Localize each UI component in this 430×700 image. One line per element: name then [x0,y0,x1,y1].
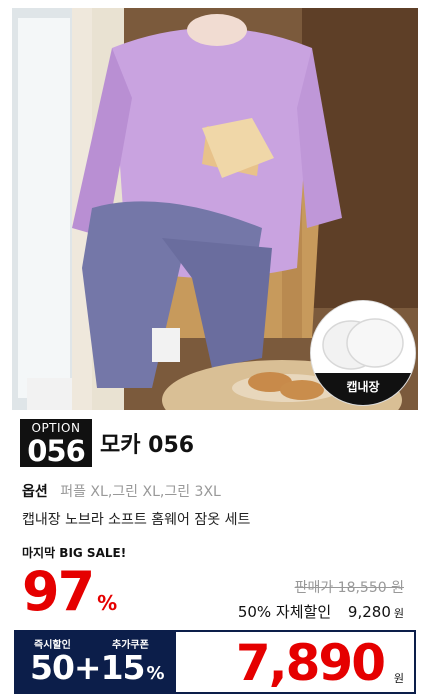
product-title[interactable]: 모카 056 [100,427,194,459]
final-price: 7,890 [235,634,386,692]
product-description: 캡내장 노브라 소프트 홈웨어 잠옷 세트 [22,512,251,528]
self-discount-label: 50% 자체할인 [237,603,332,621]
discount-percent: 97% [22,560,117,623]
product-photo[interactable]: 캡내장 [12,8,418,410]
option-label: 옵션 [22,484,48,500]
combo-discount-sign: % [146,663,165,684]
option-row: 옵션 퍼플 XL,그린 XL,그린 3XL [22,481,221,501]
final-price-bar[interactable]: 즉시할인 추가쿠폰 50+15% 7,890 원 [14,630,416,694]
product-card[interactable]: 캡내장 OPTION 056 모카 056 옵션 퍼플 XL,그린 XL,그린 … [0,0,430,700]
discount-percent-value: 97 [22,560,95,623]
combo-discount-box: 즉시할인 추가쿠폰 50+15% [16,632,176,692]
combo-discount-value: 50+15 [30,648,145,687]
self-discount-row: 50% 자체할인 9,280 원 [238,601,404,622]
option-number: 056 [27,434,86,468]
option-number-box: OPTION 056 [20,419,92,468]
self-discount-currency: 원 [393,607,404,620]
padding-cup-badge: 캡내장 [310,300,416,406]
combo-discount: 50+15% [30,648,165,687]
badge-label: 캡내장 [311,373,415,405]
sale-label: 마지막 BIG SALE! [22,546,127,560]
discount-percent-sign: % [97,591,118,615]
original-price: 판매가 18,550 원 [294,580,404,596]
option-word: OPTION [31,421,81,435]
option-values: 퍼플 XL,그린 XL,그린 3XL [60,484,221,500]
final-price-currency: 원 [393,672,404,685]
self-discount-price: 9,280 [347,603,391,621]
